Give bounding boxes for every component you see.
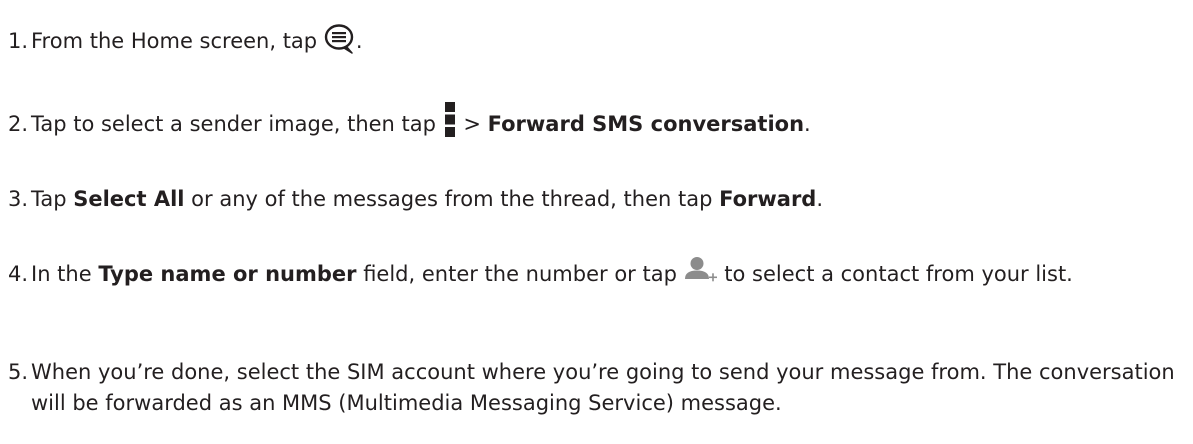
instruction-step-1: 1. From the Home screen, tap . xyxy=(8,23,1187,58)
step-number: 1. xyxy=(8,29,29,53)
step-text: From the Home screen, tap xyxy=(31,29,324,53)
overflow-menu-icon xyxy=(443,101,457,137)
instruction-step-2: 2. Tap to select a sender image, then tap… xyxy=(8,102,1187,143)
step-text: Tap xyxy=(31,187,74,211)
messaging-app-icon xyxy=(324,23,356,55)
step-text: Tap to select a sender image, then tap xyxy=(31,112,443,136)
instruction-step-4: 4. In the Type name or number field, ent… xyxy=(8,257,1187,290)
step-bold-text: Forward SMS conversation xyxy=(487,112,805,136)
step-text: to select a contact from your list. xyxy=(717,262,1073,286)
step-number: 4. xyxy=(8,262,29,286)
instruction-step-5: 5. When you’re done, select the SIM acco… xyxy=(8,357,1187,419)
step-bold-text: Type name or number xyxy=(98,262,357,286)
step-text: . xyxy=(355,29,363,53)
step-number: 2. xyxy=(8,112,29,136)
step-text: > xyxy=(456,112,488,136)
instruction-step-3: 3. Tap Select All or any of the messages … xyxy=(8,184,1187,215)
step-number: 5. xyxy=(8,360,29,384)
step-text: . xyxy=(804,112,811,136)
step-text: When you’re done, select the SIM account… xyxy=(31,360,1175,415)
step-bold-text: Forward xyxy=(719,187,817,211)
step-text: field, enter the number or tap xyxy=(356,262,684,286)
step-text: In the xyxy=(31,262,99,286)
step-text: or any of the messages from the thread, … xyxy=(184,187,720,211)
step-bold-text: Select All xyxy=(73,187,185,211)
step-number: 3. xyxy=(8,187,29,211)
add-contact-icon xyxy=(684,255,718,285)
step-text: . xyxy=(816,187,824,211)
